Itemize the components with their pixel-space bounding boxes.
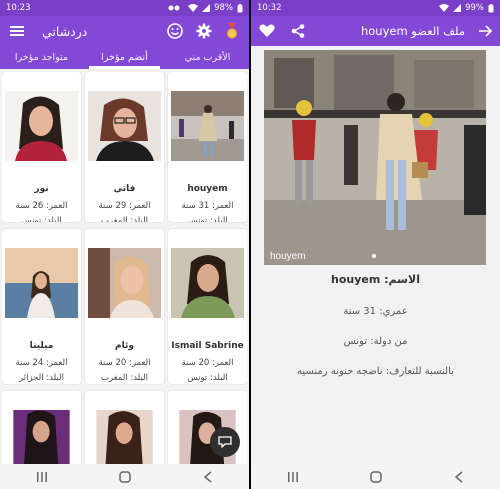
profile-photo: [96, 410, 153, 464]
chat-fab-button[interactable]: [210, 427, 240, 457]
signal-icon: [202, 4, 211, 12]
menu-icon[interactable]: [10, 25, 24, 37]
chat-bubble-icon: [218, 436, 232, 448]
recent-apps-icon[interactable]: [36, 471, 48, 482]
profile-relation-line: بالنسبة للتعارف: ناضجه حنونه رمنسيه: [297, 366, 454, 377]
profile-photo: [13, 410, 70, 464]
profile-age: العمر: 20 سنة: [181, 358, 234, 368]
profile-name: نور: [34, 184, 49, 194]
profile-card[interactable]: [2, 391, 81, 464]
status-bar: 10:32 99%: [251, 0, 500, 16]
profile-name: وئام: [115, 341, 134, 351]
profile-photo: [88, 91, 161, 161]
profile-country: البلد: المغرب: [100, 373, 148, 383]
photo-caption: houyem: [270, 251, 306, 262]
status-notification-icons: [168, 5, 180, 11]
heart-icon[interactable]: [259, 24, 275, 38]
tab-nearest[interactable]: الأقرب مني: [166, 46, 249, 69]
profile-country: البلد: تونس: [187, 216, 228, 222]
profile-name: houyem: [187, 184, 228, 194]
status-bar: 10:23 98%: [0, 0, 249, 16]
profile-card[interactable]: فاتي العمر: 29 سنة البلد: المغرب: [85, 72, 164, 222]
profile-card[interactable]: وئام العمر: 20 سنة البلد: المغرب: [85, 229, 164, 384]
profile-photo: [171, 91, 244, 161]
profile-info: وئام العمر: 20 سنة البلد: المغرب: [85, 339, 164, 384]
profile-photo: [88, 248, 161, 318]
app-title: ملف العضو houyem: [360, 24, 465, 38]
page-indicator-dot: [372, 254, 376, 258]
wifi-icon: [439, 4, 450, 12]
street-photo: [264, 50, 486, 265]
arrow-forward-icon[interactable]: [479, 25, 492, 37]
profile-info: نور العمر: 26 سنة البلد: تونس: [2, 182, 81, 222]
profile-country: البلد: الجزائر: [19, 373, 64, 383]
profile-age: العمر: 31 سنة: [181, 201, 234, 211]
status-time: 10:23: [6, 3, 31, 13]
chat-list-screen: 10:23 98% دردشاتي متواجد مؤخرا أنضم مؤخر…: [0, 0, 249, 489]
emoji-icon[interactable]: [167, 23, 183, 39]
profile-name: فاتي: [113, 184, 136, 194]
system-nav-bar: [0, 464, 249, 489]
profile-country-line: من دولة: تونس: [343, 336, 408, 347]
profile-name: Ismail Sabrine: [171, 341, 244, 351]
profile-info: ميلينا العمر: 24 سنة البلد: الجزائر: [2, 339, 81, 384]
profile-country: البلد: تونس: [21, 216, 62, 222]
back-icon[interactable]: [203, 470, 213, 483]
system-nav-bar: [251, 464, 500, 489]
profile-country: البلد: المغرب: [100, 216, 148, 222]
back-icon[interactable]: [454, 470, 464, 483]
recent-apps-icon[interactable]: [287, 471, 299, 482]
tab-recently-online-label: متواجد مؤخرا: [14, 52, 69, 63]
profile-country: البلد: تونس: [187, 373, 228, 383]
tab-recently-joined-label: أنضم مؤخرا: [101, 52, 148, 63]
profile-photo: [5, 91, 78, 161]
status-icons: 99%: [439, 3, 494, 13]
battery-icon: [237, 3, 243, 12]
medal-icon[interactable]: [225, 23, 239, 39]
profile-age: العمر: 20 سنة: [98, 358, 151, 368]
app-bar: ملف العضو houyem: [251, 16, 500, 46]
status-time: 10:32: [257, 3, 282, 13]
profile-screen: 10:32 99% ملف العضو houyem houyem الاسم:…: [251, 0, 500, 489]
profile-age: العمر: 24 سنة: [15, 358, 68, 368]
profile-name: ميلينا: [29, 341, 54, 351]
profile-photo: [171, 248, 244, 318]
share-icon[interactable]: [291, 24, 305, 38]
profile-hero-image[interactable]: houyem: [264, 50, 486, 265]
tab-nearest-label: الأقرب مني: [184, 52, 231, 63]
status-icons: 98%: [168, 3, 243, 13]
tabs: متواجد مؤخرا أنضم مؤخرا الأقرب مني: [0, 46, 249, 69]
home-icon[interactable]: [370, 470, 383, 483]
battery-level: 98%: [214, 3, 233, 13]
tab-recently-joined[interactable]: أنضم مؤخرا: [83, 46, 166, 69]
profile-age-line: عمري: 31 سنة: [343, 306, 408, 317]
profile-age: العمر: 26 سنة: [15, 201, 68, 211]
profile-card[interactable]: [85, 391, 164, 464]
profile-card[interactable]: Ismail Sabrine العمر: 20 سنة البلد: تونس: [168, 229, 247, 384]
app-bar: دردشاتي: [0, 16, 249, 46]
profile-card[interactable]: ميلينا العمر: 24 سنة البلد: الجزائر: [2, 229, 81, 384]
profile-photo: [5, 248, 78, 318]
profile-age: العمر: 29 سنة: [98, 201, 151, 211]
profile-info: Ismail Sabrine العمر: 20 سنة البلد: تونس: [168, 339, 247, 384]
profile-info: houyem العمر: 31 سنة البلد: تونس: [168, 182, 247, 222]
battery-icon: [488, 3, 494, 12]
wifi-icon: [188, 4, 199, 12]
profile-info: فاتي العمر: 29 سنة البلد: المغرب: [85, 182, 164, 222]
home-icon[interactable]: [119, 470, 132, 483]
tab-recently-online[interactable]: متواجد مؤخرا: [0, 46, 83, 69]
battery-level: 99%: [465, 3, 484, 13]
app-title: دردشاتي: [42, 23, 88, 39]
profile-card[interactable]: houyem العمر: 31 سنة البلد: تونس: [168, 72, 247, 222]
signal-icon: [453, 4, 462, 12]
profile-grid: نور العمر: 26 سنة البلد: تونس فاتي العمر…: [2, 72, 247, 464]
profile-name-line: الاسم: houyem: [331, 273, 420, 286]
gear-icon[interactable]: [196, 23, 212, 39]
profile-card[interactable]: نور العمر: 26 سنة البلد: تونس: [2, 72, 81, 222]
